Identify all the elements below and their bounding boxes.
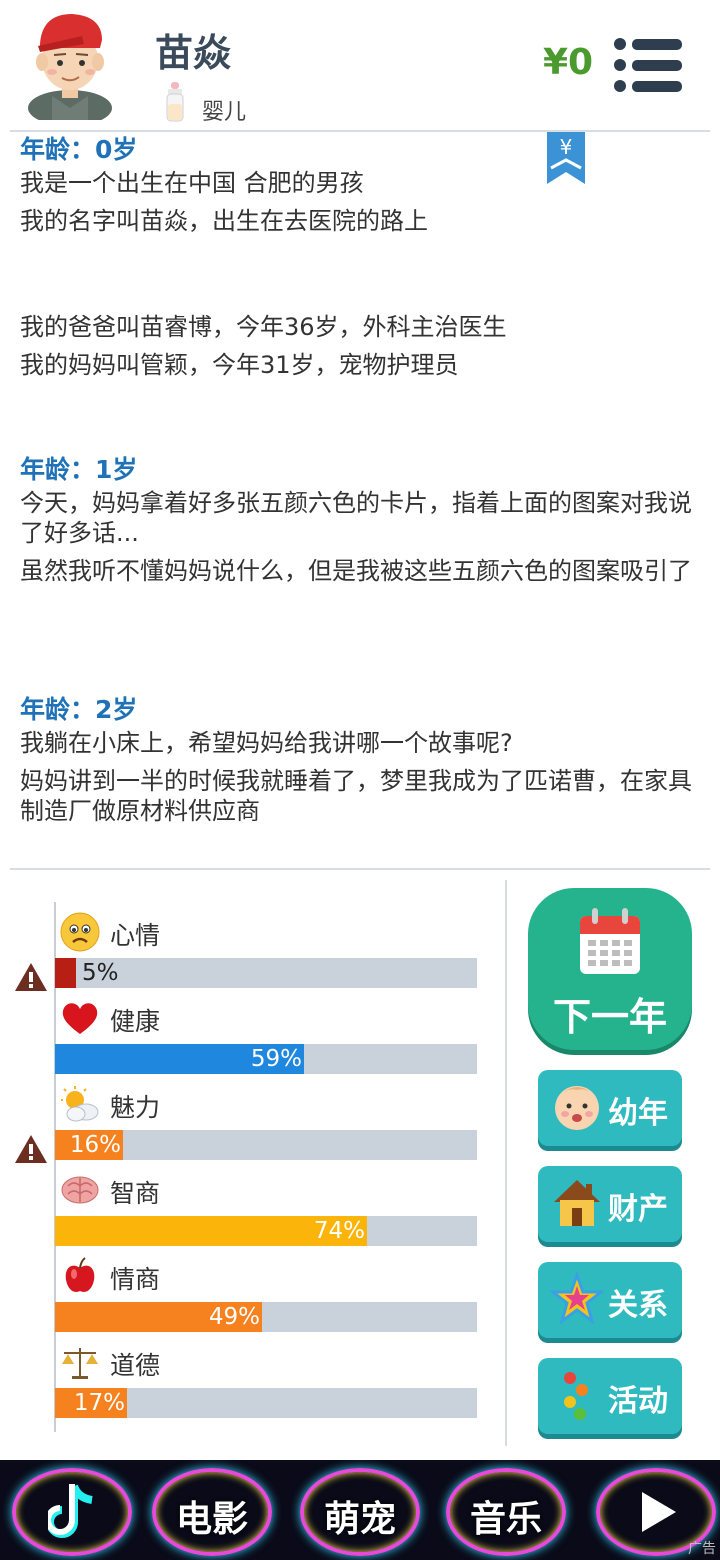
stat-health: 健康 59% <box>0 998 505 1084</box>
stat-value: 17% <box>73 1390 125 1416</box>
age-heading: 年龄：2岁 <box>20 695 138 724</box>
worried-face-icon <box>60 912 100 952</box>
warning-icon <box>15 963 47 991</box>
stat-value: 59% <box>250 1046 302 1072</box>
life-stage: 婴儿 <box>202 100 247 125</box>
warning-icon <box>15 1135 47 1163</box>
heart-icon <box>62 1003 98 1034</box>
ad-item-music[interactable]: 音乐 <box>446 1468 566 1556</box>
relations-button[interactable]: 关系 <box>538 1262 682 1338</box>
menu-icon[interactable] <box>610 36 686 94</box>
story-line: 我的爸爸叫苗睿博，今年36岁，外科主治医生 <box>20 313 507 341</box>
assets-label: 财产 <box>608 1192 668 1227</box>
ad-banner[interactable]: 电影 萌宠 音乐 广告 <box>0 1460 720 1560</box>
next-year-label: 下一年 <box>552 995 667 1039</box>
story-log[interactable]: 年龄：0岁 我是一个出生在中国 合肥的男孩 我的名字叫苗焱，出生在去医院的路上 … <box>20 132 700 868</box>
calendar-icon <box>580 908 640 974</box>
baby-bottle-icon <box>166 82 184 122</box>
stat-label: 魅力 <box>110 1093 161 1122</box>
story-line: 我的名字叫苗焱，出生在去医院的路上 <box>20 207 428 235</box>
money-balance: ¥0 <box>543 42 594 83</box>
brain-icon <box>61 1176 99 1204</box>
stat-morality: 道德 17% <box>0 1342 505 1428</box>
activities-icon <box>564 1372 588 1420</box>
childhood-label: 幼年 <box>608 1096 668 1131</box>
stat-bar: 74% <box>55 1216 477 1246</box>
ad-label: 广告 <box>688 1541 716 1557</box>
svg-text:¥: ¥ <box>560 135 573 159</box>
house-icon <box>554 1180 600 1226</box>
childhood-button[interactable]: 幼年 <box>538 1070 682 1146</box>
story-divider <box>10 868 710 870</box>
stat-bar: 16% <box>55 1130 477 1160</box>
ad-item-label: 萌宠 <box>323 1499 396 1540</box>
stat-bar: 17% <box>55 1388 477 1418</box>
header: 苗焱 婴儿 ¥0 <box>0 0 720 130</box>
stat-charm: 魅力 16% <box>0 1084 505 1170</box>
character-name: 苗焱 <box>155 31 232 75</box>
age-heading: 年龄：0岁 <box>20 135 138 164</box>
stat-label: 情商 <box>110 1265 161 1294</box>
assets-button[interactable]: 财产 <box>538 1166 682 1242</box>
stat-label: 健康 <box>110 1007 161 1036</box>
scales-icon <box>62 1348 98 1379</box>
story-line: 我是一个出生在中国 合肥的男孩 <box>20 169 364 197</box>
relations-label: 关系 <box>608 1288 668 1323</box>
panel-divider <box>505 880 507 1446</box>
stat-mood: 心情 5% <box>0 912 505 998</box>
activities-label: 活动 <box>608 1384 668 1419</box>
story-entry: 年龄：2岁 我躺在小床上，希望妈妈给我讲哪一个故事呢? 妈妈讲到一半的时候我就睡… <box>20 692 700 834</box>
ad-item-tiktok[interactable] <box>12 1468 132 1556</box>
stats-panel: 心情 5% 健康 59% 魅力 16% 智商 74% 情商 49% 道德 17% <box>0 872 505 1452</box>
stat-label: 智商 <box>110 1179 161 1208</box>
ad-item-movie[interactable]: 电影 <box>152 1468 272 1556</box>
activities-button[interactable]: 活动 <box>538 1358 682 1434</box>
next-year-button[interactable]: 下一年 <box>528 888 692 1050</box>
story-line: 虽然我听不懂妈妈说什么，但是我被这些五颜六色的图案吸引了 <box>20 557 692 585</box>
stat-value: 16% <box>69 1132 121 1158</box>
stat-label: 道德 <box>110 1351 161 1380</box>
story-line: 今天，妈妈拿着好多张五颜六色的卡片，指着上面的图案对我说了好多话... <box>20 489 692 547</box>
music-note-icon <box>48 1484 93 1538</box>
story-entry: 年龄：1岁 今天，妈妈拿着好多张五颜六色的卡片，指着上面的图案对我说了好多话..… <box>20 452 700 594</box>
star-icon <box>550 1272 604 1325</box>
stat-bar: 5% <box>55 958 477 988</box>
ad-item-label: 音乐 <box>469 1499 542 1540</box>
stat-label: 心情 <box>110 921 161 950</box>
story-line: 妈妈讲到一半的时候我就睡着了，梦里我成为了匹诺曹，在家具制造厂做原材料供应商 <box>20 767 692 825</box>
avatar[interactable] <box>22 8 118 120</box>
stat-bar-fill <box>55 958 76 988</box>
apple-icon <box>65 1257 95 1292</box>
story-line: 我的妈妈叫管颖，今年31岁，宠物护理员 <box>20 351 459 379</box>
stat-bar: 49% <box>55 1302 477 1332</box>
baby-face-icon <box>555 1086 599 1130</box>
sun-cloud-icon <box>61 1086 99 1122</box>
stat-value: 74% <box>313 1218 365 1244</box>
stat-eq: 情商 49% <box>0 1256 505 1342</box>
ad-item-label: 电影 <box>175 1499 248 1540</box>
stat-value: 49% <box>208 1304 260 1330</box>
story-entry: 我的爸爸叫苗睿博，今年36岁，外科主治医生 我的妈妈叫管颖，今年31岁，宠物护理… <box>20 312 700 388</box>
age-heading: 年龄：1岁 <box>20 455 138 484</box>
ad-item-pets[interactable]: 萌宠 <box>300 1468 420 1556</box>
story-entry: 年龄：0岁 我是一个出生在中国 合肥的男孩 我的名字叫苗焱，出生在去医院的路上 <box>20 132 700 244</box>
stat-value: 5% <box>82 960 119 986</box>
stat-bar: 59% <box>55 1044 477 1074</box>
bookmark-icon[interactable]: ¥ <box>547 132 585 184</box>
play-icon <box>642 1492 676 1532</box>
story-line: 我躺在小床上，希望妈妈给我讲哪一个故事呢? <box>20 729 513 757</box>
stat-iq: 智商 74% <box>0 1170 505 1256</box>
